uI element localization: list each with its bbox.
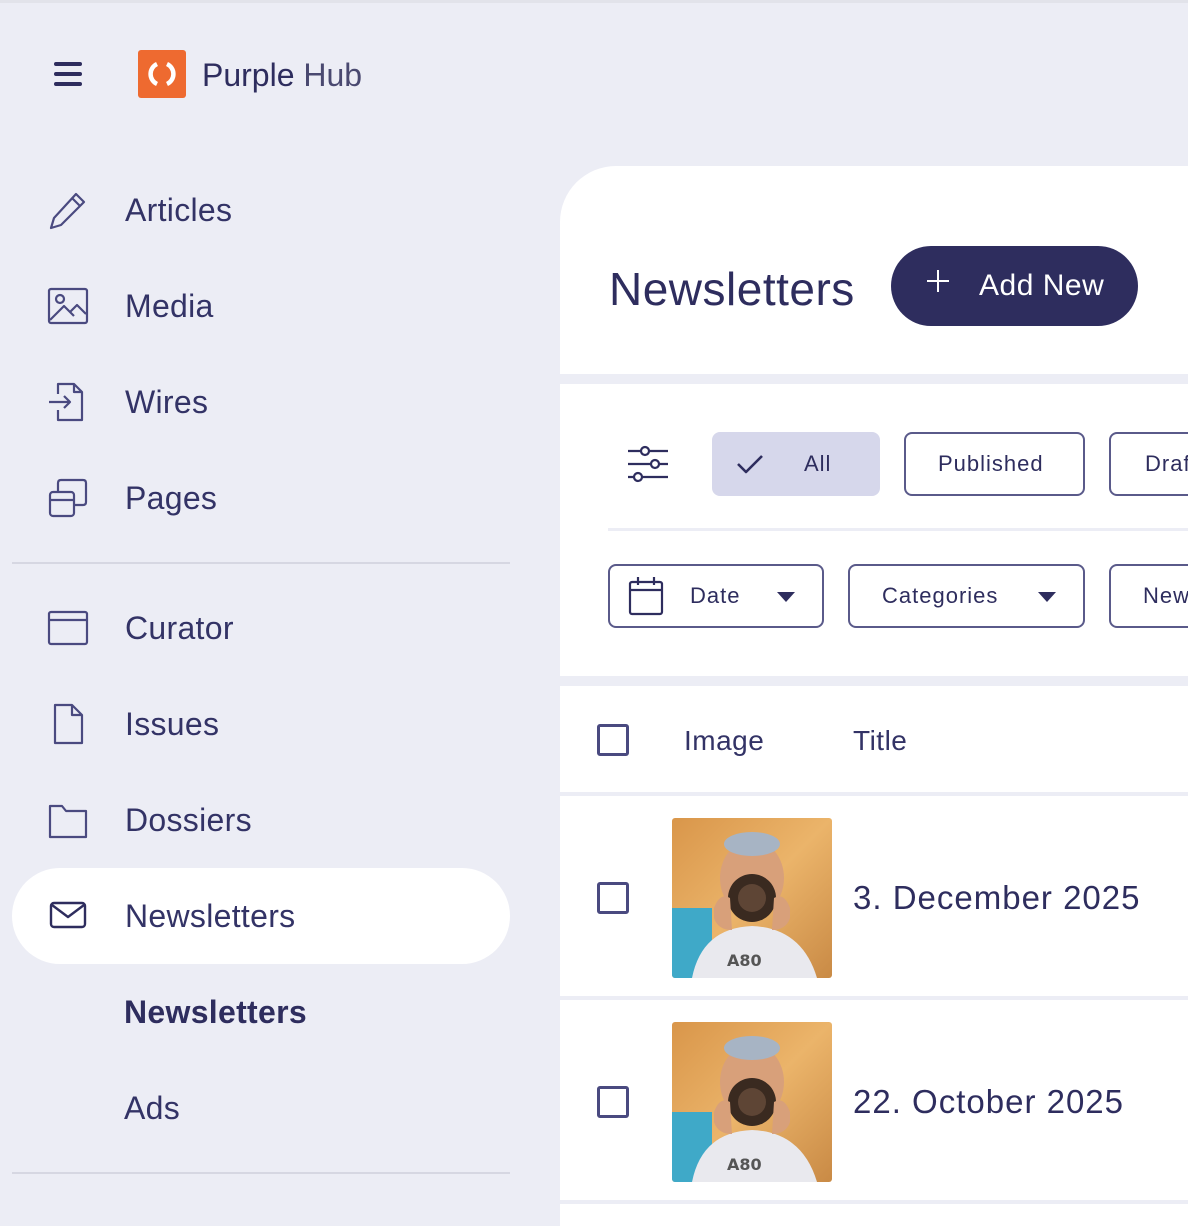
filter-label: Draf — [1145, 451, 1188, 476]
plus-icon — [927, 270, 949, 292]
newsletter-thumbnail[interactable]: A80 — [672, 818, 832, 978]
sidebar-item-label: Articles — [125, 192, 233, 228]
filter-draft[interactable]: Draf — [1109, 432, 1188, 496]
browser-window-icon — [47, 610, 89, 646]
filter-sliders-icon[interactable] — [626, 444, 670, 484]
top-border — [0, 0, 1188, 3]
sidebar-item-newsletters[interactable]: Newsletters — [12, 868, 510, 964]
caret-down-icon — [777, 592, 795, 602]
sidebar-item-articles[interactable]: Articles — [12, 162, 510, 258]
dropdown-label: Categories — [882, 583, 999, 608]
dropdown-label: Date — [690, 583, 741, 608]
sidebar-item-dossiers[interactable]: Dossiers — [12, 772, 510, 868]
row-checkbox[interactable] — [597, 1086, 629, 1118]
column-header-title[interactable]: Title — [853, 724, 907, 758]
categories-dropdown[interactable]: Categories — [848, 564, 1085, 628]
svg-text:A80: A80 — [727, 1155, 762, 1174]
envelope-icon — [49, 901, 87, 929]
sidebar-item-label: Issues — [125, 706, 220, 742]
sidebar-item-media[interactable]: Media — [12, 258, 510, 354]
row-divider — [560, 1200, 1188, 1204]
pages-stack-icon — [48, 478, 88, 518]
newsletter-title[interactable]: 3. December 2025 — [853, 878, 1141, 918]
document-icon — [53, 703, 84, 745]
calendar-icon — [628, 577, 664, 616]
brand-secondary: Hub — [303, 57, 363, 93]
caret-down-icon — [1038, 592, 1056, 602]
add-new-label: Add New — [979, 269, 1105, 302]
page-title: Newsletters — [609, 263, 855, 315]
filter-divider — [608, 528, 1188, 531]
row-divider — [560, 792, 1188, 796]
newsletter-thumbnail[interactable]: A80 — [672, 1022, 832, 1182]
image-icon — [47, 287, 89, 325]
sidebar-item-label: Newsletters — [125, 898, 296, 934]
section-separator — [560, 374, 1188, 384]
filter-published[interactable]: Published — [904, 432, 1085, 496]
newsletter-title[interactable]: 22. October 2025 — [853, 1082, 1124, 1122]
main-content: Newsletters Add New All Published Draf D… — [560, 166, 1188, 1226]
filter-label: All — [804, 451, 832, 476]
hamburger-menu-icon[interactable] — [48, 58, 88, 92]
folder-icon — [48, 804, 88, 839]
select-all-checkbox[interactable] — [597, 724, 629, 756]
sidebar-item-label: Wires — [125, 384, 209, 420]
checkmark-icon — [737, 455, 763, 474]
svg-text:A80: A80 — [727, 951, 762, 970]
sidebar-divider — [12, 1172, 510, 1174]
sidebar-divider — [12, 562, 510, 564]
sidebar-item-label: Media — [125, 288, 214, 324]
row-divider — [560, 996, 1188, 1000]
purple-hub-logo-icon[interactable] — [138, 50, 186, 98]
add-new-button[interactable]: Add New — [891, 246, 1138, 326]
brand-name[interactable]: Purple Hub — [202, 56, 362, 94]
sidebar-item-curator[interactable]: Curator — [12, 580, 510, 676]
sidebar-item-pages[interactable]: Pages — [12, 450, 510, 546]
section-separator — [560, 676, 1188, 686]
row-checkbox[interactable] — [597, 882, 629, 914]
sidebar-subitem-ads[interactable]: Ads — [124, 1089, 180, 1127]
sidebar-item-issues[interactable]: Issues — [12, 676, 510, 772]
sidebar-item-label: Pages — [125, 480, 218, 516]
sidebar-item-label: Curator — [125, 610, 234, 646]
sidebar-item-wires[interactable]: Wires — [12, 354, 510, 450]
sidebar-subitem-newsletters[interactable]: Newsletters — [124, 993, 307, 1031]
dropdown-label: New — [1143, 583, 1188, 608]
pencil-icon — [49, 192, 86, 230]
file-import-icon — [49, 382, 84, 422]
filter-all[interactable]: All — [712, 432, 880, 496]
sidebar-item-label: Dossiers — [125, 802, 252, 838]
date-dropdown[interactable]: Date — [608, 564, 824, 628]
brand-primary: Purple — [202, 57, 295, 93]
filter-label: Published — [938, 451, 1044, 476]
newsletter-dropdown[interactable]: New — [1109, 564, 1188, 628]
column-header-image[interactable]: Image — [684, 724, 764, 758]
